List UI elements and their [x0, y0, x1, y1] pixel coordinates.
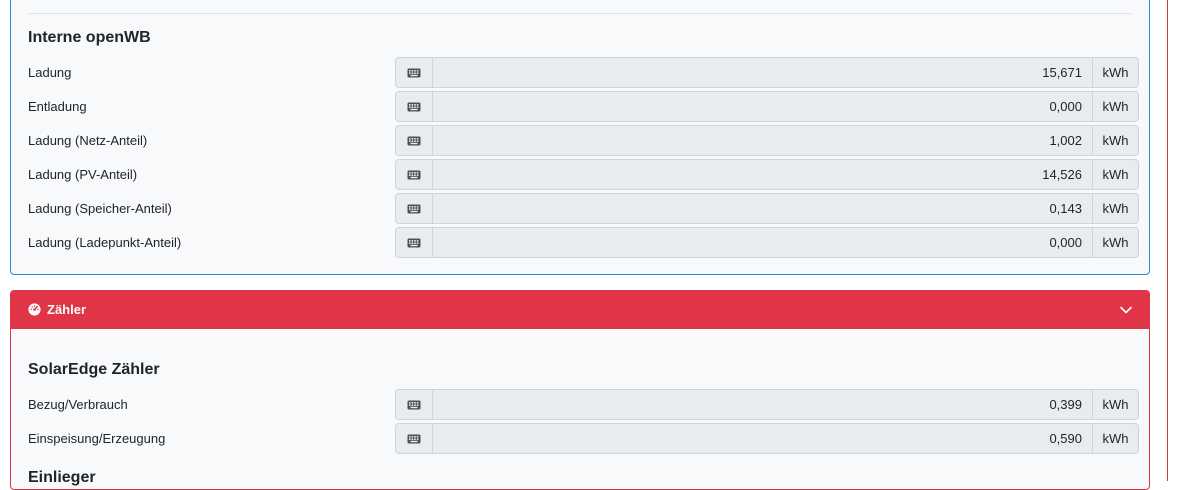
keyboard-icon[interactable]: [396, 126, 433, 155]
row-ladung-speicher: Ladung (Speicher-Anteil) 0,143 kWh: [11, 193, 1149, 225]
keyboard-icon[interactable]: [396, 92, 433, 121]
keyboard-icon[interactable]: [396, 58, 433, 87]
unit-label: kWh: [1092, 92, 1138, 121]
row-label: Bezug/Verbrauch: [28, 397, 128, 412]
row-bezug: Bezug/Verbrauch 0,399 kWh: [11, 389, 1149, 421]
row-label: Entladung: [28, 99, 87, 114]
gauge-icon: [28, 303, 41, 316]
section-title-internal: Interne openWB: [28, 29, 151, 46]
unit-label: kWh: [1092, 160, 1138, 189]
keyboard-icon[interactable]: [396, 194, 433, 223]
row-einspeisung: Einspeisung/Erzeugung 0,590 kWh: [11, 423, 1149, 455]
value-input-group: 0,399 kWh: [395, 389, 1139, 420]
chevron-down-icon[interactable]: [1120, 305, 1132, 315]
keyboard-icon[interactable]: [396, 228, 433, 257]
unit-label: kWh: [1092, 58, 1138, 87]
value-field[interactable]: 14,526: [433, 160, 1092, 189]
keyboard-icon[interactable]: [396, 424, 433, 453]
value-field[interactable]: 0,000: [433, 228, 1092, 257]
row-label: Ladung (Speicher-Anteil): [28, 201, 172, 216]
panel-right-border: [1167, 0, 1168, 481]
unit-label: kWh: [1092, 228, 1138, 257]
unit-label: kWh: [1092, 126, 1138, 155]
row-ladung: Ladung 15,671 kWh: [11, 57, 1149, 89]
value-input-group: 0,590 kWh: [395, 423, 1139, 454]
row-entladung: Entladung 0,000 kWh: [11, 91, 1149, 123]
unit-label: kWh: [1092, 194, 1138, 223]
row-ladung-pv: Ladung (PV-Anteil) 14,526 kWh: [11, 159, 1149, 191]
section-title-einlieger: Einlieger: [28, 469, 96, 486]
meter-card-title: Zähler: [47, 302, 87, 317]
value-input-group: 0,143 kWh: [395, 193, 1139, 224]
meter-card: Zähler SolarEdge Zähler Bezug/Verbrauch …: [10, 290, 1150, 490]
value-field[interactable]: 15,671: [433, 58, 1092, 87]
meter-card-header[interactable]: Zähler: [11, 291, 1149, 329]
keyboard-icon[interactable]: [396, 160, 433, 189]
row-label: Ladung (PV-Anteil): [28, 167, 138, 182]
row-label: Ladung (Netz-Anteil): [28, 133, 148, 148]
keyboard-icon[interactable]: [396, 390, 433, 419]
divider: [28, 13, 1132, 14]
value-field[interactable]: 0,590: [433, 424, 1092, 453]
unit-label: kWh: [1092, 390, 1138, 419]
row-label: Einspeisung/Erzeugung: [28, 431, 166, 446]
value-input-group: 0,000 kWh: [395, 227, 1139, 258]
row-label: Ladung (Ladepunkt-Anteil): [28, 235, 182, 250]
unit-label: kWh: [1092, 424, 1138, 453]
value-field[interactable]: 1,002: [433, 126, 1092, 155]
value-field[interactable]: 0,000: [433, 92, 1092, 121]
value-field[interactable]: 0,399: [433, 390, 1092, 419]
value-input-group: 14,526 kWh: [395, 159, 1139, 190]
value-input-group: 1,002 kWh: [395, 125, 1139, 156]
internal-openwb-card: Interne openWB Ladung 15,671 kWh Entladu…: [10, 0, 1150, 275]
row-label: Ladung: [28, 65, 72, 80]
row-ladung-ladepunkt: Ladung (Ladepunkt-Anteil) 0,000 kWh: [11, 227, 1149, 259]
value-field[interactable]: 0,143: [433, 194, 1092, 223]
value-input-group: 15,671 kWh: [395, 57, 1139, 88]
row-ladung-netz: Ladung (Netz-Anteil) 1,002 kWh: [11, 125, 1149, 157]
section-title-solaredge: SolarEdge Zähler: [28, 361, 160, 378]
value-input-group: 0,000 kWh: [395, 91, 1139, 122]
